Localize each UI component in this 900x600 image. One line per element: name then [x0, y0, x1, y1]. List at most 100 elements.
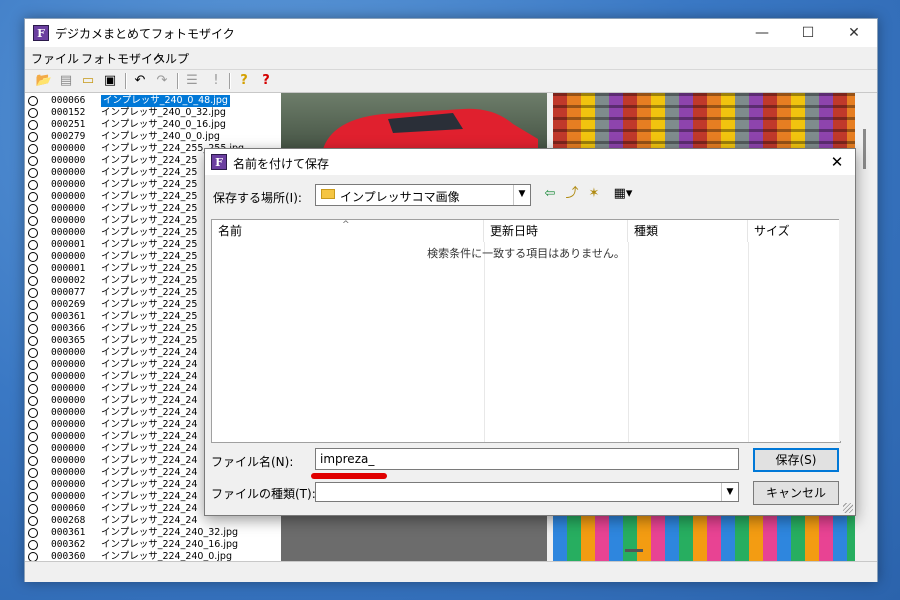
radio-icon[interactable] [28, 96, 38, 106]
radio-icon[interactable] [28, 276, 38, 286]
back-icon[interactable]: ⇦ [541, 185, 559, 203]
filename-input[interactable]: impreza_ [315, 448, 739, 470]
column-size[interactable]: サイズ [748, 220, 840, 242]
location-value: インプレッサコマ画像 [340, 190, 460, 204]
list-item[interactable]: 000360 インプレッサ_224_240_0.jpg [25, 551, 281, 561]
vertical-scrollbar[interactable] [855, 93, 875, 561]
view-menu-icon[interactable]: ▦▾ [609, 185, 637, 203]
radio-icon[interactable] [28, 132, 38, 142]
scrollbar-thumb[interactable] [863, 129, 866, 169]
chevron-down-icon[interactable]: ▼ [513, 185, 530, 205]
list-item-count: 000001 [51, 239, 86, 250]
undo-icon[interactable]: ↶ [131, 72, 149, 90]
radio-icon[interactable] [28, 300, 38, 310]
radio-icon[interactable] [28, 552, 38, 561]
list-item-filename: インプレッサ_224_24 [101, 443, 198, 454]
list-item[interactable]: 000268 インプレッサ_224_24 [25, 515, 281, 527]
resize-grip[interactable] [843, 503, 853, 513]
column-type[interactable]: 種類 [628, 220, 748, 242]
radio-icon[interactable] [28, 228, 38, 238]
list-item[interactable]: 000251 インプレッサ_240_0_16.jpg [25, 119, 281, 131]
radio-icon[interactable] [28, 528, 38, 538]
camera-icon[interactable]: ▤ [57, 72, 75, 90]
dialog-close-button[interactable]: ✕ [825, 151, 849, 173]
list-item[interactable]: 000361 インプレッサ_224_240_32.jpg [25, 527, 281, 539]
radio-icon[interactable] [28, 384, 38, 394]
title-bar[interactable]: F デジカメまとめてフォトモザイク — ☐ ✕ [25, 19, 877, 47]
radio-icon[interactable] [28, 408, 38, 418]
radio-icon[interactable] [28, 396, 38, 406]
radio-icon[interactable] [28, 444, 38, 454]
filetype-combo[interactable]: ▼ [315, 482, 739, 502]
radio-icon[interactable] [28, 120, 38, 130]
list-item-filename: インプレッサ_224_240_16.jpg [101, 539, 239, 550]
radio-icon[interactable] [28, 336, 38, 346]
minimize-button[interactable]: — [739, 19, 785, 47]
radio-icon[interactable] [28, 312, 38, 322]
radio-icon[interactable] [28, 372, 38, 382]
save-button[interactable]: 保存(S) [753, 448, 839, 472]
dialog-app-icon: F [211, 154, 227, 170]
list-item-filename: インプレッサ_224_24 [101, 431, 198, 442]
radio-icon[interactable] [28, 288, 38, 298]
radio-icon[interactable] [28, 432, 38, 442]
column-divider [748, 242, 749, 442]
list-item-count: 000002 [51, 275, 86, 286]
radio-icon[interactable] [28, 420, 38, 430]
radio-icon[interactable] [28, 180, 38, 190]
close-button[interactable]: ✕ [831, 19, 877, 47]
radio-icon[interactable] [28, 144, 38, 154]
menu-file[interactable]: ファイル [31, 50, 79, 67]
list-item-filename: インプレッサ_224_24 [101, 515, 198, 526]
radio-icon[interactable] [28, 360, 38, 370]
radio-icon[interactable] [28, 204, 38, 214]
toolbar: 📂 ▤ ▭ ▣ ↶ ↷ ☰ ! ? ? [25, 69, 877, 93]
up-folder-icon[interactable]: ⤴ [563, 185, 581, 203]
radio-icon[interactable] [28, 456, 38, 466]
list-item-count: 000000 [51, 143, 86, 154]
radio-icon[interactable] [28, 540, 38, 550]
list-item-filename: インプレッサ_224_24 [101, 347, 198, 358]
list-item[interactable]: 000362 インプレッサ_224_240_16.jpg [25, 539, 281, 551]
column-modified[interactable]: 更新日時 [484, 220, 628, 242]
dialog-title-bar[interactable]: F 名前を付けて保存 ✕ [205, 149, 855, 175]
radio-icon[interactable] [28, 516, 38, 526]
radio-icon[interactable] [28, 240, 38, 250]
radio-icon[interactable] [28, 504, 38, 514]
new-folder-icon[interactable]: ✶ [585, 185, 603, 203]
radio-icon[interactable] [28, 216, 38, 226]
radio-icon[interactable] [28, 192, 38, 202]
save-icon[interactable]: ▣ [101, 72, 119, 90]
list-icon[interactable]: ☰ [183, 72, 201, 90]
menu-help[interactable]: ヘルプ [153, 50, 189, 67]
radio-icon[interactable] [28, 264, 38, 274]
column-name[interactable]: ^ 名前 [212, 220, 484, 242]
radio-icon[interactable] [28, 480, 38, 490]
list-item-count: 000268 [51, 515, 86, 526]
radio-icon[interactable] [28, 156, 38, 166]
splitter-handle[interactable] [625, 549, 643, 552]
location-combo[interactable]: インプレッサコマ画像 ▼ [315, 184, 531, 206]
context-help-icon[interactable]: ? [257, 72, 275, 90]
list-item-count: 000000 [51, 431, 86, 442]
list-item[interactable]: 000279 インプレッサ_240_0_0.jpg [25, 131, 281, 143]
radio-icon[interactable] [28, 348, 38, 358]
exclaim-icon[interactable]: ! [207, 72, 225, 90]
redo-icon[interactable]: ↷ [153, 72, 171, 90]
file-list-view[interactable]: ^ 名前 更新日時 種類 サイズ 検索条件に一致する項目はありません。 [211, 219, 841, 443]
radio-icon[interactable] [28, 108, 38, 118]
list-item[interactable]: 000152 インプレッサ_240_0_32.jpg [25, 107, 281, 119]
help-icon[interactable]: ? [235, 72, 253, 90]
folder-icon[interactable]: ▭ [79, 72, 97, 90]
radio-icon[interactable] [28, 168, 38, 178]
chevron-down-icon[interactable]: ▼ [721, 483, 738, 501]
maximize-button[interactable]: ☐ [785, 19, 831, 47]
radio-icon[interactable] [28, 468, 38, 478]
list-item-filename: インプレッサ_224_25 [101, 311, 198, 322]
open-icon[interactable]: 📂 [35, 72, 53, 90]
radio-icon[interactable] [28, 324, 38, 334]
cancel-button[interactable]: キャンセル [753, 481, 839, 505]
radio-icon[interactable] [28, 252, 38, 262]
radio-icon[interactable] [28, 492, 38, 502]
list-item[interactable]: 000066 インプレッサ_240_0_48.jpg [25, 95, 281, 107]
